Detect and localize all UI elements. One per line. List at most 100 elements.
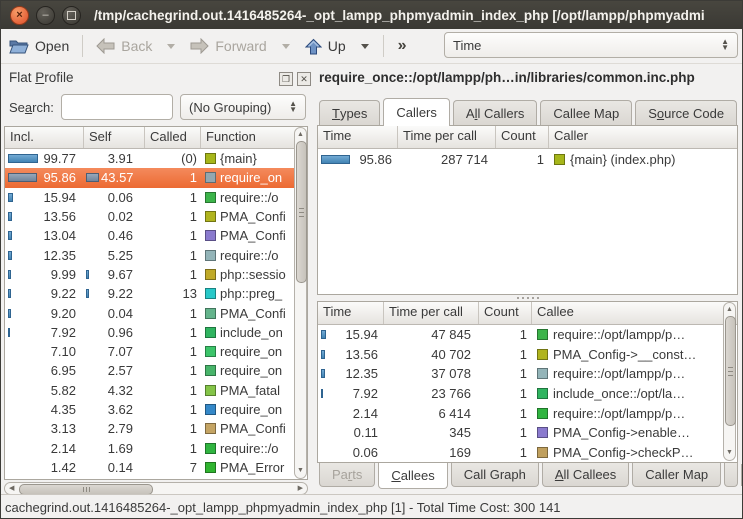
- tab-m[interactable]: M: [724, 463, 738, 487]
- minimize-icon[interactable]: –: [36, 6, 55, 25]
- forward-button[interactable]: Forward: [183, 32, 273, 60]
- column-header-callee[interactable]: Callee: [532, 302, 737, 324]
- open-button[interactable]: Open: [1, 32, 76, 60]
- table-row[interactable]: 12.355.251require::/o: [5, 245, 307, 264]
- table-row[interactable]: 3.132.791PMA_Confi: [5, 419, 307, 438]
- table-row[interactable]: 9.999.671php::sessio: [5, 265, 307, 284]
- table-row[interactable]: 2.141.691require::/o: [5, 438, 307, 457]
- window-title: /tmp/cachegrind.out.1416485264-_opt_lamp…: [94, 8, 742, 23]
- scroll-up-icon[interactable]: ▲: [724, 305, 735, 315]
- column-header-time-per-call[interactable]: Time per call: [384, 302, 479, 324]
- column-header-time-per-call[interactable]: Time per call: [398, 126, 496, 148]
- search-input[interactable]: [61, 94, 173, 120]
- function-name: require_on: [220, 344, 282, 359]
- function-name: PMA_Confi: [220, 228, 286, 243]
- table-row[interactable]: 0.113451PMA_Config->enable…: [318, 423, 737, 443]
- dock-close-icon[interactable]: ✕: [297, 72, 311, 86]
- count-value: 1: [479, 366, 532, 381]
- toolbar-overflow-icon[interactable]: »: [398, 37, 407, 55]
- tab-call-graph[interactable]: Call Graph: [451, 463, 539, 487]
- tab-caller-map[interactable]: Caller Map: [632, 463, 721, 487]
- scrollbar-thumb[interactable]: [725, 316, 736, 426]
- grouping-combo[interactable]: (No Grouping) ▲▼: [180, 94, 306, 120]
- back-dropdown-icon[interactable]: [167, 44, 175, 49]
- column-header-function[interactable]: Function: [201, 127, 307, 148]
- back-button[interactable]: Back: [89, 32, 159, 60]
- scroll-up-icon[interactable]: ▲: [295, 130, 306, 140]
- table-row[interactable]: 2.146 4141require::/opt/lampp/p…: [318, 403, 737, 423]
- table-row[interactable]: 15.940.061require::/o: [5, 188, 307, 207]
- table-row[interactable]: 95.86287 7141{main} (index.php): [318, 149, 737, 170]
- function-cell: PMA_Config->enable…: [532, 425, 737, 440]
- table-row[interactable]: 12.3537 0781require::/opt/lampp/p…: [318, 364, 737, 384]
- tab-all-callees[interactable]: All Callees: [542, 463, 629, 487]
- table-row[interactable]: 7.107.071require_on: [5, 342, 307, 361]
- table-row[interactable]: 6.952.571require_on: [5, 361, 307, 380]
- close-icon[interactable]: ×: [10, 6, 29, 25]
- table-row[interactable]: 13.560.021PMA_Confi: [5, 207, 307, 226]
- function-name: php::sessio: [220, 267, 286, 282]
- column-header-time[interactable]: Time: [318, 126, 398, 148]
- scroll-right-icon[interactable]: ▶: [298, 483, 303, 494]
- column-header-self[interactable]: Self: [84, 127, 145, 148]
- tab-callee-map[interactable]: Callee Map: [540, 100, 632, 125]
- column-header-caller[interactable]: Caller: [549, 126, 737, 148]
- function-type-icon: [554, 154, 565, 165]
- scroll-down-icon[interactable]: ▼: [295, 466, 306, 476]
- flat-profile-vscrollbar[interactable]: ▲ ▼: [294, 127, 307, 479]
- tab-callees[interactable]: Callees: [378, 463, 447, 489]
- scroll-left-icon[interactable]: ◀: [9, 483, 14, 494]
- function-name: require::/o: [220, 441, 279, 456]
- table-row[interactable]: 15.9447 8451require::/opt/lampp/p…: [318, 325, 737, 345]
- column-header-count[interactable]: Count: [496, 126, 549, 148]
- incl-cell: 95.86: [5, 170, 84, 185]
- column-header-count[interactable]: Count: [479, 302, 532, 324]
- function-name: require_on: [220, 363, 282, 378]
- tab-source-code[interactable]: Source Code: [635, 100, 737, 125]
- scroll-down-icon[interactable]: ▼: [724, 448, 735, 458]
- count-value: 1: [496, 152, 549, 167]
- self-cell: 7.07: [84, 344, 145, 359]
- table-row[interactable]: 1.420.147PMA_Error: [5, 458, 307, 477]
- cost-bar: [8, 193, 13, 202]
- cost-bar: [321, 330, 326, 339]
- self-value: 43.57: [101, 170, 145, 185]
- tab-types[interactable]: Types: [319, 100, 380, 125]
- tab-parts[interactable]: Parts: [319, 463, 375, 487]
- table-row[interactable]: 9.229.2213php::preg_: [5, 284, 307, 303]
- tab-callers[interactable]: Callers: [383, 98, 449, 126]
- table-row[interactable]: 4.353.621require_on: [5, 400, 307, 419]
- time-per-call-value: 6 414: [384, 406, 479, 421]
- incl-cell: 9.22: [5, 286, 84, 301]
- table-row[interactable]: 7.920.961include_on: [5, 323, 307, 342]
- table-row[interactable]: 13.5640 7021PMA_Config->__const…: [318, 345, 737, 365]
- cost-bar: [8, 309, 11, 318]
- titlebar[interactable]: × – /tmp/cachegrind.out.1416485264-_opt_…: [1, 1, 742, 29]
- time-value: 12.35: [345, 366, 384, 381]
- scrollbar-thumb[interactable]: [296, 141, 307, 283]
- tab-all-callers[interactable]: All Callers: [453, 100, 538, 125]
- function-type-icon: [205, 423, 216, 434]
- table-row[interactable]: 7.9223 7661include_once::/opt/la…: [318, 384, 737, 404]
- table-row[interactable]: 99.773.91(0){main}: [5, 149, 307, 168]
- callees-vscrollbar[interactable]: ▲ ▼: [723, 302, 736, 461]
- up-button[interactable]: Up: [298, 32, 353, 60]
- time-per-call-value: 169: [384, 445, 479, 460]
- column-header-called[interactable]: Called: [145, 127, 201, 148]
- table-row[interactable]: 13.040.461PMA_Confi: [5, 226, 307, 245]
- maximize-icon[interactable]: [62, 6, 81, 25]
- forward-dropdown-icon[interactable]: [282, 44, 290, 49]
- column-header-incl-[interactable]: Incl.: [5, 127, 84, 148]
- up-dropdown-icon[interactable]: [361, 44, 369, 49]
- table-row[interactable]: 95.8643.571require_on: [5, 168, 307, 187]
- function-cell: PMA_Re: [201, 479, 307, 480]
- column-header-time[interactable]: Time: [318, 302, 384, 324]
- table-row[interactable]: 1.400.033PMA_Re: [5, 477, 307, 480]
- table-row[interactable]: 9.200.041PMA_Confi: [5, 303, 307, 322]
- table-row[interactable]: 0.061691PMA_Config->checkP…: [318, 443, 737, 463]
- dock-float-icon[interactable]: ❐: [279, 72, 293, 86]
- event-type-combo[interactable]: Time ▲▼: [444, 32, 738, 58]
- function-type-icon: [537, 329, 548, 340]
- table-row[interactable]: 5.824.321PMA_fatal: [5, 381, 307, 400]
- called-value: 1: [145, 170, 201, 185]
